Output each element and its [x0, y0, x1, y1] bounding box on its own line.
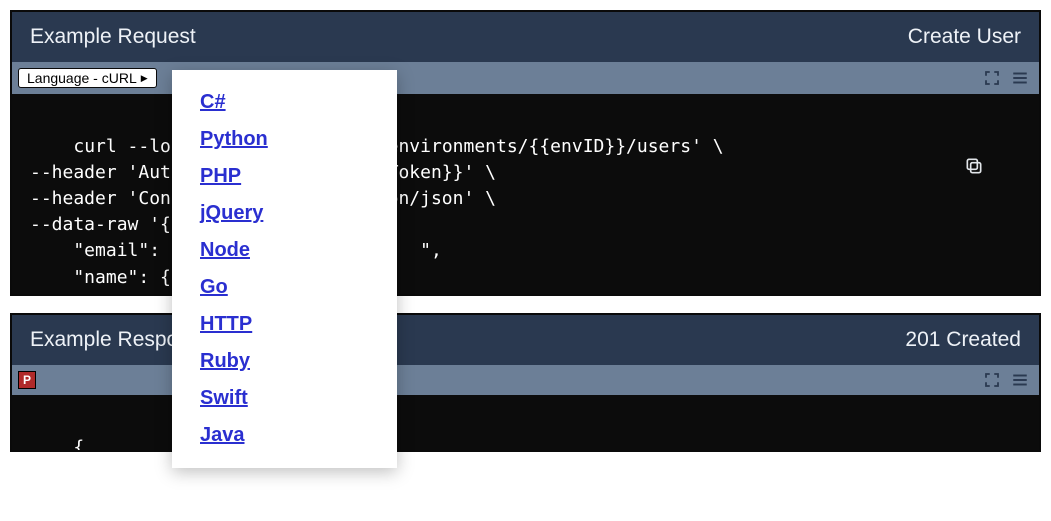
- copy-icon[interactable]: [964, 405, 1029, 450]
- response-titlebar: Example Response 201 Created: [12, 315, 1039, 365]
- request-code-block: curl --location '{{apiPath}}/environment…: [12, 94, 1039, 294]
- example-response-panel: Example Response 201 Created P {: [10, 313, 1041, 452]
- request-titlebar: Example Request Create User: [12, 12, 1039, 62]
- dropdown-item-python[interactable]: Python: [172, 121, 397, 158]
- parsed-badge[interactable]: P: [18, 371, 36, 389]
- menu-icon[interactable]: [1011, 69, 1029, 87]
- caret-right-icon: ▶: [141, 74, 148, 83]
- response-title-right: 201 Created: [905, 328, 1021, 352]
- dropdown-item-swift[interactable]: Swift: [172, 380, 397, 417]
- language-selector-label: Language - cURL: [27, 70, 137, 86]
- language-selector[interactable]: Language - cURL ▶: [18, 68, 157, 88]
- dropdown-item-go[interactable]: Go: [172, 269, 397, 306]
- copy-icon[interactable]: [964, 104, 1029, 228]
- request-subbar: Language - cURL ▶: [12, 62, 1039, 94]
- menu-icon[interactable]: [1011, 371, 1029, 389]
- expand-icon[interactable]: [983, 371, 1001, 389]
- language-dropdown: C# Python PHP jQuery Node Go HTTP Ruby S…: [172, 70, 397, 468]
- request-subbar-icons: [983, 69, 1029, 87]
- dropdown-item-node[interactable]: Node: [172, 232, 397, 269]
- dropdown-item-ruby[interactable]: Ruby: [172, 343, 397, 380]
- dropdown-item-java[interactable]: Java: [172, 417, 397, 454]
- dropdown-item-php[interactable]: PHP: [172, 158, 397, 195]
- example-request-panel: Example Request Create User Language - c…: [10, 10, 1041, 296]
- request-title-left: Example Request: [30, 25, 196, 49]
- response-subbar: P: [12, 365, 1039, 395]
- response-code-text: {: [73, 437, 84, 450]
- response-subbar-icons: [983, 371, 1029, 389]
- response-code-block: {: [12, 395, 1039, 450]
- dropdown-item-jquery[interactable]: jQuery: [172, 195, 397, 232]
- dropdown-item-csharp[interactable]: C#: [172, 84, 397, 121]
- dropdown-item-http[interactable]: HTTP: [172, 306, 397, 343]
- expand-icon[interactable]: [983, 69, 1001, 87]
- request-title-right: Create User: [908, 25, 1021, 49]
